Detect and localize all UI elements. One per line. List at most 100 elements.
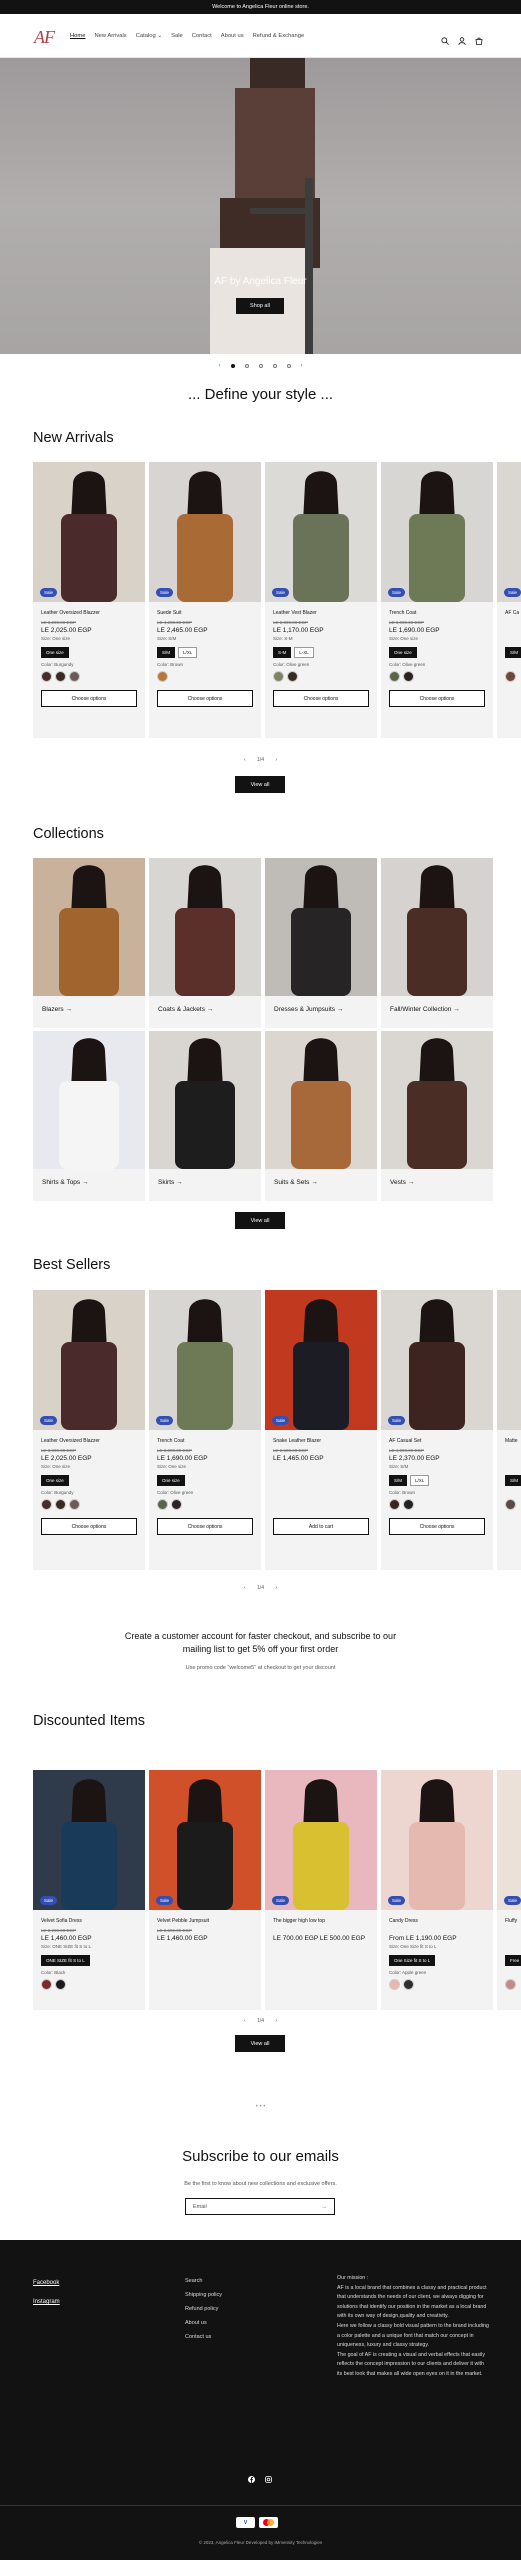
product-card[interactable]: Sale Velvet Sofia Dress LE 2,200.00 EGP LE … [33,1770,145,2010]
slider-dot[interactable] [286,364,291,368]
product-title[interactable]: Velvet Pebble Jumpsuit [157,1918,253,1926]
collection-image[interactable] [149,1031,261,1169]
footer-instagram-link[interactable]: Instagram [33,2293,60,2312]
product-card[interactable]: Sale Suede Suit LE 4,200.00 EGP LE 2,465.00… [149,462,261,738]
color-swatch[interactable] [157,671,168,682]
collection-label[interactable]: Coats & Jackets → [158,1006,261,1013]
product-image[interactable]: Sale [265,1290,377,1430]
collection-label[interactable]: Dresses & Jumpsuits → [274,1006,377,1013]
color-swatch[interactable] [69,671,80,682]
choose-options-button[interactable]: Choose options [41,1518,137,1535]
product-title[interactable]: Matte Leather [505,1438,519,1446]
collection-card[interactable]: Shirts & Tops → [33,1031,145,1201]
product-title[interactable]: The bigger high low top [273,1918,369,1926]
product-card[interactable]: Sale Velvet Pebble Jumpsuit LE 2,500.00 EG… [149,1770,261,2010]
collection-card[interactable]: Vests → [381,1031,493,1201]
collection-label[interactable]: Suits & Sets → [274,1179,377,1186]
product-card[interactable]: Sale AF Casual Set LE 4,000.00 EGP LE 2,370… [381,1290,493,1570]
product-title[interactable]: Snake Leather Blazer [273,1438,369,1446]
product-card[interactable]: Sale Leather Vest Blazer LE 2,000.00 EGP LE… [265,462,377,738]
product-card[interactable]: Sale Snake Leather Blazer LE 2,500.00 EGP L… [265,1290,377,1570]
product-image[interactable]: Sale [265,1770,377,1910]
footer-facebook-link[interactable]: Facebook [33,2274,60,2293]
color-swatch[interactable] [389,1979,400,1990]
color-swatch[interactable] [403,1499,414,1510]
product-image[interactable] [497,1290,521,1430]
footer-link-contact[interactable]: Contact us [185,2330,222,2344]
new-arrivals-pager[interactable]: ‹ 1/4 › [0,757,521,763]
slider-dot[interactable] [272,364,277,368]
hero-shop-all-button[interactable]: Shop all [236,298,284,314]
product-title[interactable]: AF Casual Set [389,1438,485,1446]
size-option[interactable]: L/XL [410,1475,430,1486]
size-option[interactable]: One Size fit S to L [389,1955,436,1966]
size-option[interactable]: One size [157,1475,185,1486]
discounted-pager[interactable]: ‹ 1/4 › [0,2018,521,2024]
site-logo[interactable]: AF [34,27,55,48]
size-option[interactable]: One size [389,647,417,658]
slider-prev-button[interactable]: ‹ [219,363,221,369]
product-card[interactable]: Sale Leather Oversized Blazzer LE 3,200.00… [33,462,145,738]
slider-dot[interactable] [230,364,235,368]
collection-image[interactable] [33,858,145,996]
product-image[interactable]: Sale [149,1770,261,1910]
product-title[interactable]: AF Casual [505,610,519,618]
product-image[interactable]: Sale [33,1770,145,1910]
size-option[interactable]: L/XL [178,647,198,658]
product-card[interactable]: Sale Candy Dress From LE 1,190.00 EGP Size:… [381,1770,493,2010]
product-image[interactable]: Sale [497,1770,521,1910]
color-swatch[interactable] [505,1499,516,1510]
product-title[interactable]: Velvet Sofia Dress [41,1918,137,1926]
product-title[interactable]: Leather Oversized Blazzer [41,610,137,618]
size-option[interactable]: Free [505,1955,521,1966]
color-swatch[interactable] [69,1499,80,1510]
new-arrivals-view-all-button[interactable]: View all [235,776,285,793]
collection-image[interactable] [265,858,377,996]
color-swatch[interactable] [389,671,400,682]
collection-label[interactable]: Shirts & Tops → [42,1179,145,1186]
product-title[interactable]: Candy Dress [389,1918,485,1926]
size-option[interactable]: S/M [505,1475,521,1486]
footer-link-refund[interactable]: Refund policy [185,2302,222,2316]
color-swatch[interactable] [41,671,52,682]
collection-label[interactable]: Vests → [390,1179,493,1186]
product-card[interactable]: Sale The bigger high low top LE 700.00 EGP… [265,1770,377,2010]
footer-link-search[interactable]: Search [185,2274,222,2288]
color-swatch[interactable] [389,1499,400,1510]
color-swatch[interactable] [403,1979,414,1990]
collection-label[interactable]: Skirts → [158,1179,261,1186]
product-image[interactable]: Sale [33,1290,145,1430]
slider-dot[interactable] [258,364,263,368]
size-option[interactable]: One size [41,647,69,658]
cart-icon[interactable] [475,32,483,45]
collection-label[interactable]: Blazers → [42,1006,145,1013]
collection-card[interactable]: Suits & Sets → [265,1031,377,1201]
collection-image[interactable] [265,1031,377,1169]
product-card[interactable]: Sale Trench Coat LE 3,000.00 EGP LE 1,690.0… [381,462,493,738]
size-option[interactable]: S/M [389,1475,408,1486]
product-image[interactable]: Sale [381,462,493,602]
size-option[interactable]: L-XL [294,647,314,658]
product-title[interactable]: Trench Coat [389,610,485,618]
product-title[interactable]: Fluffy [505,1918,519,1926]
footer-link-shipping[interactable]: Shipping policy [185,2288,222,2302]
color-swatch[interactable] [171,1499,182,1510]
choose-options-button[interactable]: Choose options [157,690,253,707]
product-title[interactable]: Trench Coat [157,1438,253,1446]
facebook-icon[interactable] [248,2470,255,2488]
product-title[interactable]: Leather Vest Blazer [273,610,369,618]
slider-next-button[interactable]: › [301,363,303,369]
choose-options-button[interactable]: Add to cart [273,1518,369,1535]
submit-arrow-icon[interactable]: → [322,2204,328,2210]
nav-about[interactable]: About us [221,33,244,39]
size-option[interactable]: S/M [505,647,521,658]
color-swatch[interactable] [403,671,414,682]
collection-image[interactable] [381,858,493,996]
choose-options-button[interactable]: Choose options [157,1518,253,1535]
color-swatch[interactable] [41,1979,52,1990]
product-image[interactable]: Sale [149,462,261,602]
footer-link-about[interactable]: About us [185,2316,222,2330]
product-card[interactable]: Sale AF Casual S/M [497,462,521,738]
product-card[interactable]: Sale Trench Coat LE 3,000.00 EGP LE 1,690.0… [149,1290,261,1570]
best-sellers-pager[interactable]: ‹ 1/4 › [0,1585,521,1591]
